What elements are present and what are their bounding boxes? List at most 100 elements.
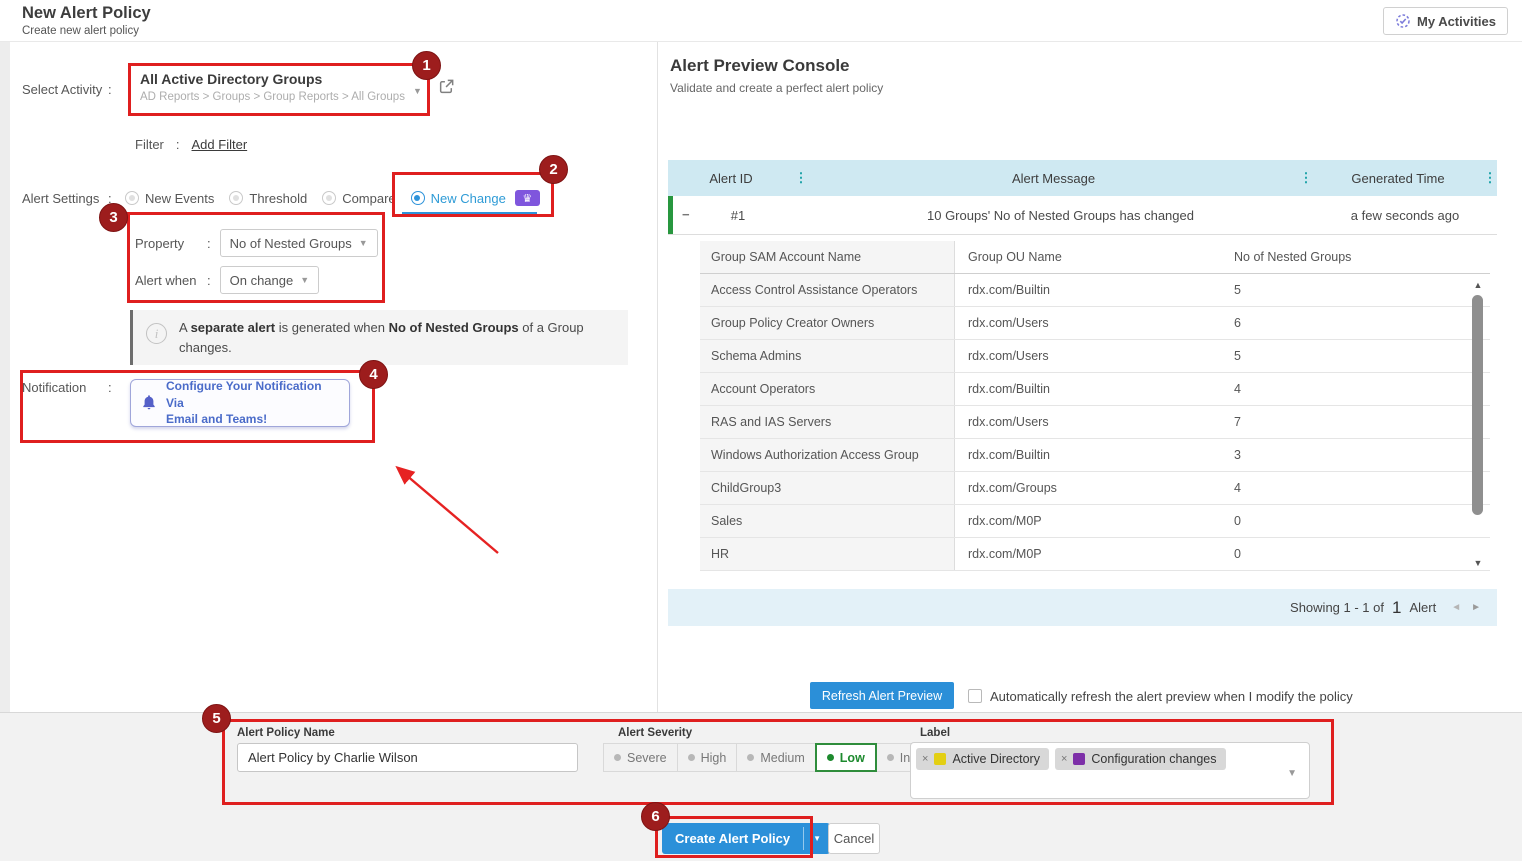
refresh-alert-preview-button[interactable]: Refresh Alert Preview xyxy=(810,682,954,709)
activity-caret-icon[interactable]: ▼ xyxy=(413,86,422,96)
create-options-caret-icon[interactable]: ▼ xyxy=(804,823,830,854)
property-select[interactable]: No of Nested Groups ▼ xyxy=(220,229,378,257)
remove-tag-icon[interactable]: × xyxy=(922,753,928,765)
activity-dropdown[interactable]: All Active Directory Groups AD Reports >… xyxy=(140,71,405,103)
label-tag: × Configuration changes xyxy=(1055,748,1226,770)
group-sam-value: HR xyxy=(700,538,955,570)
top-header-bar: New Alert Policy Create new alert policy… xyxy=(0,0,1522,42)
group-sam-value: RAS and IAS Servers xyxy=(700,406,955,438)
column-menu-icon[interactable]: ⋮ xyxy=(794,170,808,186)
column-menu-icon[interactable]: ⋮ xyxy=(1483,170,1497,186)
group-ou-value: rdx.com/Users xyxy=(955,307,1220,339)
alert-when-select[interactable]: On change ▼ xyxy=(220,266,320,294)
remove-tag-icon[interactable]: × xyxy=(1061,753,1067,765)
property-row: Property : No of Nested Groups ▼ xyxy=(135,229,378,257)
tag-color-swatch xyxy=(1073,753,1085,765)
activity-title: All Active Directory Groups xyxy=(140,71,405,87)
alert-type-new-events[interactable]: New Events xyxy=(125,191,214,206)
annotation-badge-3: 3 xyxy=(99,203,128,232)
severity-dot-icon xyxy=(887,754,894,761)
group-ou-value: rdx.com/M0P xyxy=(955,538,1220,570)
group-sam-value: Sales xyxy=(700,505,955,537)
subtable-row: ChildGroup3rdx.com/Groups4 xyxy=(700,472,1490,505)
alert-severity-label: Alert Severity xyxy=(618,727,692,739)
tag-label: Configuration changes xyxy=(1091,752,1216,766)
severity-low[interactable]: Low xyxy=(815,743,877,772)
nested-count-value: 4 xyxy=(1220,373,1490,405)
nested-count-value: 7 xyxy=(1220,406,1490,438)
col-alert-message: Alert Message xyxy=(808,171,1299,186)
severity-dot-icon xyxy=(827,754,834,761)
auto-refresh-checkbox[interactable] xyxy=(968,689,982,703)
radio-icon xyxy=(411,191,425,205)
group-ou-value: rdx.com/Users xyxy=(955,406,1220,438)
tag-label: Active Directory xyxy=(952,752,1040,766)
configure-notification-button[interactable]: Configure Your Notification Via Email an… xyxy=(130,379,350,427)
alert-type-new-change[interactable]: New Change♛ xyxy=(411,190,540,206)
alert-time-value: a few seconds ago xyxy=(1313,208,1497,223)
col-group-ou: Group OU Name xyxy=(955,241,1220,273)
group-sam-value: Schema Admins xyxy=(700,340,955,372)
panel-divider xyxy=(657,42,658,712)
group-ou-value: rdx.com/Groups xyxy=(955,472,1220,504)
create-alert-policy-button[interactable]: Create Alert Policy ▼ xyxy=(662,823,830,854)
group-sam-value: Account Operators xyxy=(700,373,955,405)
chevron-down-icon[interactable]: ▼ xyxy=(1287,768,1297,779)
group-ou-value: rdx.com/M0P xyxy=(955,505,1220,537)
filter-row: Filter : Add Filter xyxy=(135,137,247,152)
group-subtable-body: Access Control Assistance Operatorsrdx.c… xyxy=(700,274,1490,571)
radio-icon xyxy=(229,191,243,205)
colon: : xyxy=(207,273,211,288)
alert-settings-label: Alert Settings xyxy=(22,191,108,206)
subtable-row: Account Operatorsrdx.com/Builtin4 xyxy=(700,373,1490,406)
col-alert-id: Alert ID xyxy=(668,171,794,186)
collapse-row-icon[interactable]: − xyxy=(682,207,696,222)
subtable-header: Group SAM Account Name Group OU Name No … xyxy=(700,241,1490,274)
alert-type-threshold[interactable]: Threshold xyxy=(229,191,307,206)
column-menu-icon[interactable]: ⋮ xyxy=(1299,170,1313,186)
severity-label: Low xyxy=(840,751,865,765)
page-prev-icon[interactable]: ◄ xyxy=(1451,602,1461,613)
severity-label: High xyxy=(701,751,727,765)
page-subtitle: Create new alert policy xyxy=(22,25,139,37)
subtable-row: Windows Authorization Access Grouprdx.co… xyxy=(700,439,1490,472)
bell-icon xyxy=(141,394,157,412)
property-value: No of Nested Groups xyxy=(230,236,352,251)
col-nested-groups: No of Nested Groups xyxy=(1220,241,1490,273)
add-filter-link[interactable]: Add Filter xyxy=(192,137,248,152)
nested-count-value: 0 xyxy=(1220,538,1490,570)
scrollbar-thumb[interactable] xyxy=(1472,295,1483,515)
subtable-row: Schema Adminsrdx.com/Users5 xyxy=(700,340,1490,373)
label-tags: × Active Directory × Configuration changes xyxy=(916,748,1304,770)
my-activities-label: My Activities xyxy=(1417,14,1496,29)
info-note-text: A separate alert is generated when No of… xyxy=(179,318,614,357)
group-ou-value: rdx.com/Users xyxy=(955,340,1220,372)
scroll-down-icon[interactable]: ▼ xyxy=(1470,558,1486,568)
alert-type-compare[interactable]: Compare xyxy=(322,191,395,206)
scroll-up-icon[interactable]: ▲ xyxy=(1470,280,1486,290)
group-subtable: Group SAM Account Name Group OU Name No … xyxy=(700,241,1490,571)
policy-name-input[interactable] xyxy=(237,743,578,772)
severity-medium[interactable]: Medium xyxy=(736,743,815,772)
cancel-button[interactable]: Cancel xyxy=(828,823,880,854)
group-ou-value: rdx.com/Builtin xyxy=(955,373,1220,405)
label-label: Label xyxy=(920,727,950,739)
alert-settings-row-label: Alert Settings : xyxy=(22,191,112,206)
auto-refresh-label: Automatically refresh the alert preview … xyxy=(990,689,1353,704)
severity-high[interactable]: High xyxy=(677,743,738,772)
alert-type-radios: New Events Threshold Compare New Change♛ xyxy=(125,188,540,208)
open-report-external-link-icon[interactable] xyxy=(438,78,455,100)
label-multiselect[interactable]: ×Active Directory×Configuration changes … xyxy=(910,742,1310,799)
nested-count-value: 6 xyxy=(1220,307,1490,339)
my-activities-button[interactable]: My Activities xyxy=(1383,7,1508,35)
chevron-down-icon: ▼ xyxy=(300,275,309,285)
preview-console-title: Alert Preview Console xyxy=(670,56,850,76)
severity-severe[interactable]: Severe xyxy=(603,743,678,772)
annotation-arrow xyxy=(383,456,508,561)
page-next-icon[interactable]: ► xyxy=(1471,602,1481,613)
pagination-unit: Alert xyxy=(1409,600,1436,615)
colon: : xyxy=(108,82,112,97)
activities-clock-icon xyxy=(1395,13,1411,29)
filter-label: Filter xyxy=(135,137,164,152)
severity-label: Medium xyxy=(760,751,804,765)
